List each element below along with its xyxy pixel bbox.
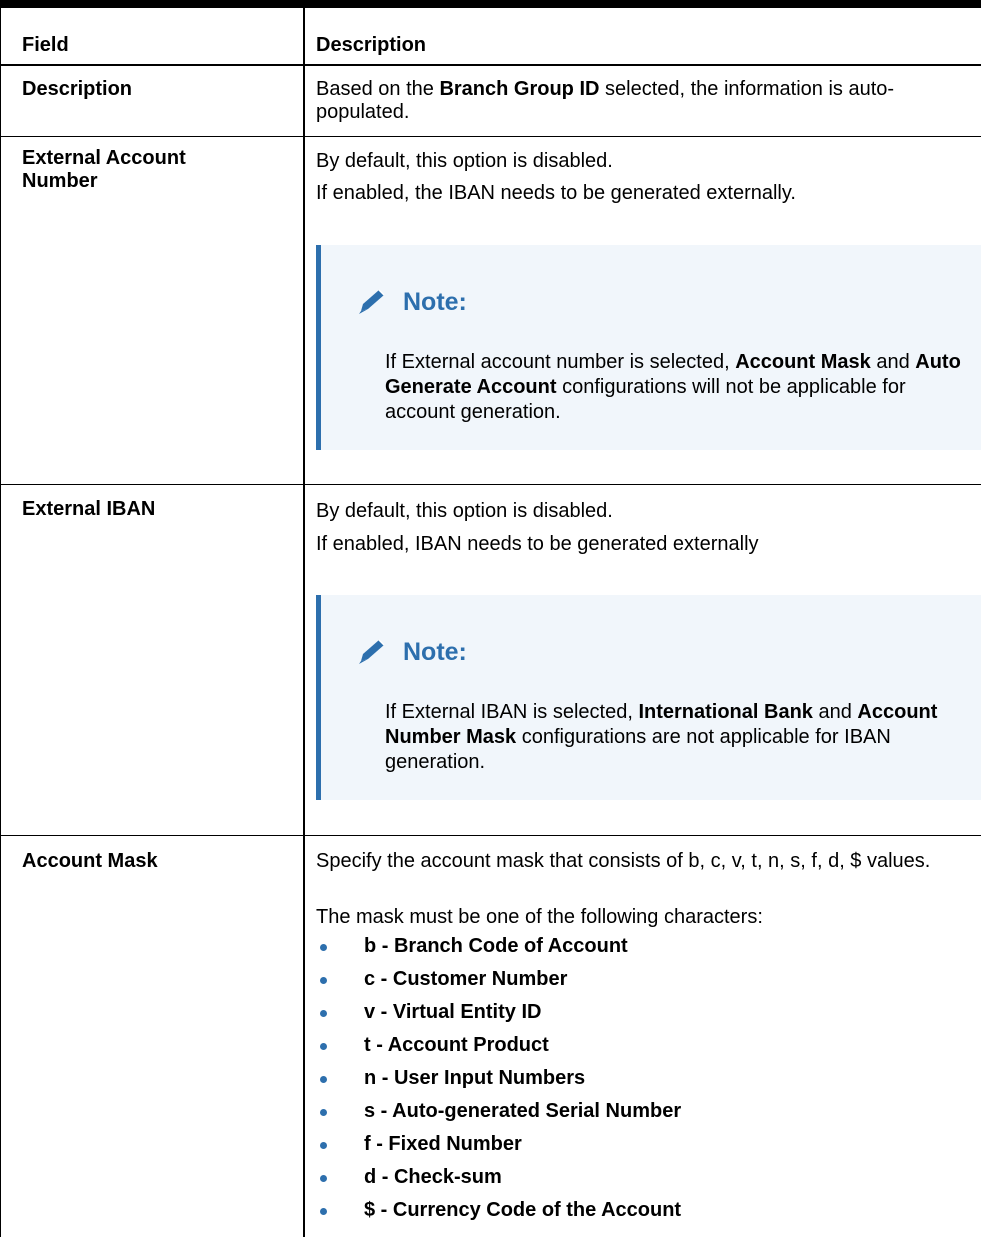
- header-field: Field: [22, 34, 69, 56]
- pencil-icon: [351, 287, 391, 317]
- row-description-line: By default, this option is disabled.: [316, 150, 613, 172]
- note-title: Note:: [403, 637, 467, 666]
- row-field-label: Account Mask: [22, 850, 158, 872]
- row-description-line: If enabled, the IBAN needs to be generat…: [316, 182, 796, 204]
- row-description-line: The mask must be one of the following ch…: [316, 906, 763, 928]
- list-item: n - User Input Numbers: [316, 1064, 966, 1097]
- row-description-line: By default, this option is disabled.: [316, 500, 613, 522]
- list-item: v - Virtual Entity ID: [316, 998, 966, 1031]
- list-item: b - Branch Code of Account: [316, 932, 966, 965]
- row-description-line: Specify the account mask that consists o…: [316, 850, 931, 872]
- row-rule: [0, 484, 981, 485]
- note-box: Note: If External account number is sele…: [316, 245, 981, 450]
- list-item: f - Fixed Number: [316, 1130, 966, 1163]
- header-description: Description: [316, 34, 427, 56]
- note-text: If External IBAN is selected, Internatio…: [385, 701, 938, 773]
- table-left-border: [0, 8, 1, 1237]
- column-divider: [303, 8, 305, 1237]
- pencil-icon: [351, 637, 391, 667]
- list-item: c - Customer Number: [316, 965, 966, 998]
- note-box: Note: If External IBAN is selected, Inte…: [316, 595, 981, 800]
- row-field-label: External IBAN: [22, 498, 156, 520]
- list-item: d - Check-sum: [316, 1163, 966, 1196]
- row-rule: [0, 136, 981, 137]
- list-item: s - Auto-generated Serial Number: [316, 1097, 966, 1130]
- mask-character-list: b - Branch Code of Account c - Customer …: [316, 932, 966, 1229]
- row-field-label: Description: [22, 78, 133, 100]
- row-rule: [0, 835, 981, 836]
- list-item: $ - Currency Code of the Account: [316, 1196, 966, 1229]
- header-rule: [0, 64, 981, 66]
- row-description: Based on the Branch Group ID selected, t…: [316, 78, 895, 123]
- field-description-table: Field Description Description Based on t…: [0, 8, 981, 1237]
- row-field-label: External Account Number: [22, 147, 186, 192]
- row-description-line: If enabled, IBAN needs to be generated e…: [316, 533, 759, 555]
- list-item: t - Account Product: [316, 1031, 966, 1064]
- top-rule: [0, 0, 981, 8]
- note-title: Note:: [403, 287, 467, 316]
- note-text: If External account number is selected, …: [385, 351, 961, 423]
